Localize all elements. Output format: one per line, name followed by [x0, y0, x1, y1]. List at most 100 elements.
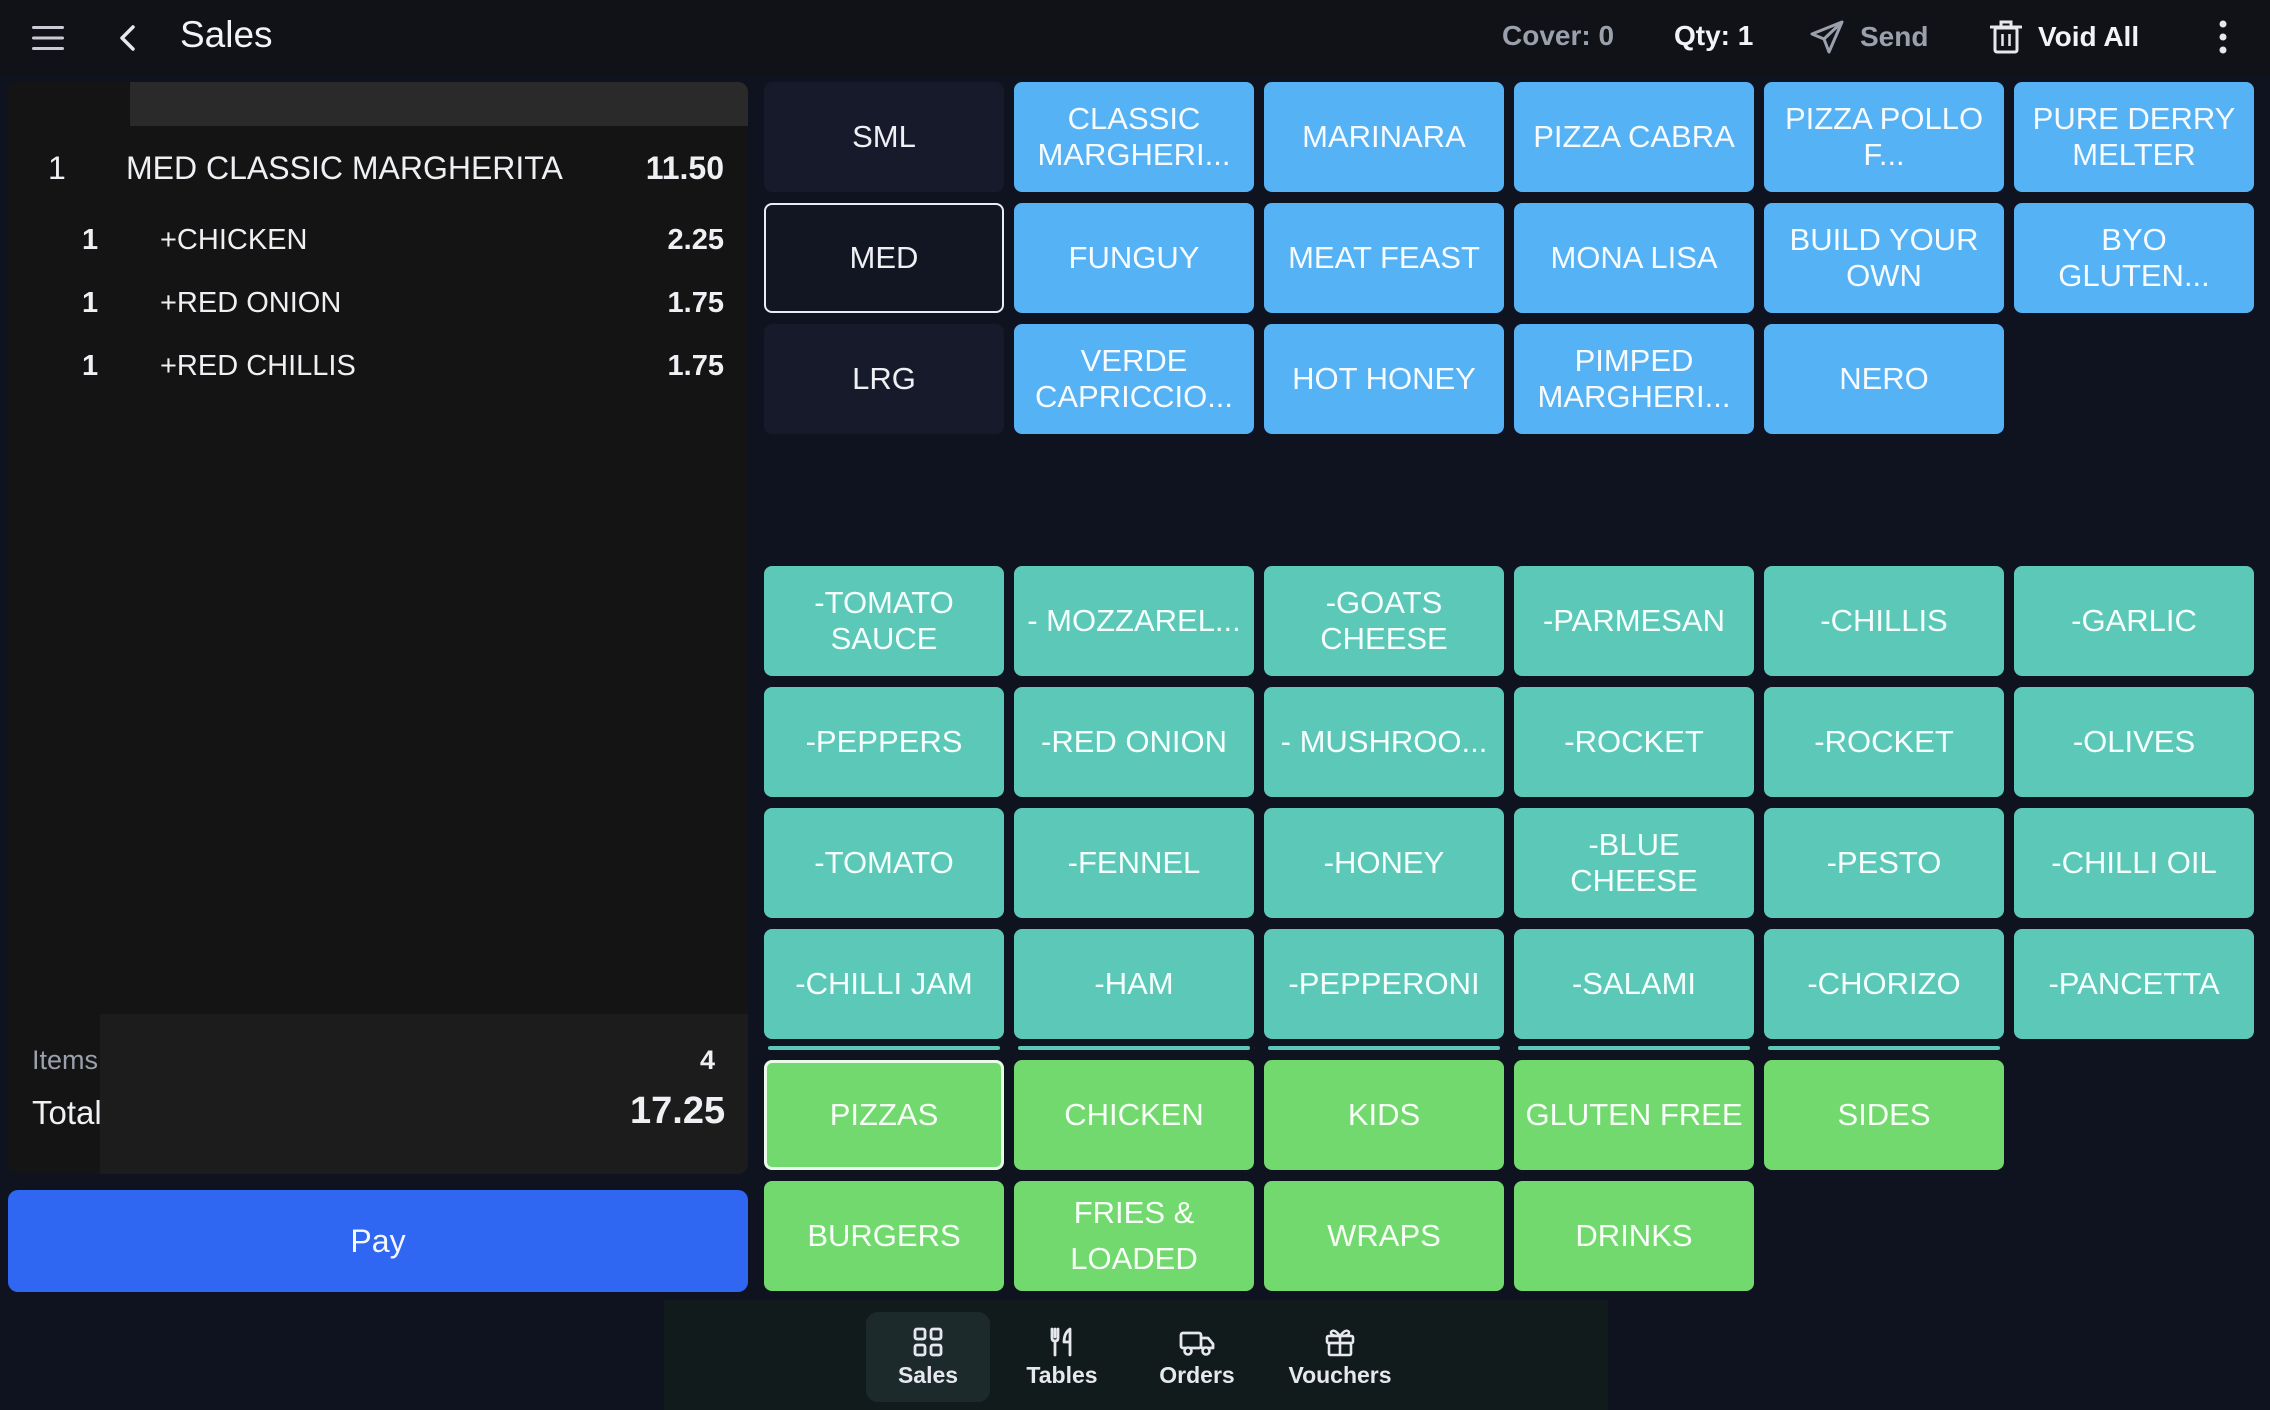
modifier-label: -TOMATO [814, 845, 954, 880]
modifier-button[interactable]: -TOMATO SAUCE [764, 566, 1004, 676]
product-button[interactable]: HOT HONEY [1264, 324, 1504, 434]
modifier-button[interactable]: -BLUE CHEESE [1514, 808, 1754, 918]
nav-sales[interactable]: Sales [866, 1312, 990, 1402]
modifier-label: -RED ONION [1041, 724, 1227, 759]
modifier-button[interactable]: -GARLIC [2014, 566, 2254, 676]
nav-label: Tables [1026, 1361, 1098, 1388]
modifier-button[interactable]: -SALAMI [1514, 929, 1754, 1039]
product-button[interactable]: BUILD YOUR OWN [1764, 203, 2004, 313]
nav-orders[interactable]: Orders [1135, 1312, 1259, 1402]
total-value: 17.25 [630, 1090, 726, 1132]
modifier-button[interactable]: -GOATS CHEESE [1264, 566, 1504, 676]
menu-button[interactable] [28, 18, 68, 58]
total-label: Total [32, 1094, 102, 1131]
category-button-drinks[interactable]: DRINKS [1514, 1181, 1754, 1291]
category-button-kids[interactable]: KIDS [1264, 1060, 1504, 1170]
product-button[interactable]: FUNGUY [1014, 203, 1254, 313]
page-title: Sales [180, 14, 273, 55]
category-button-burgers[interactable]: BURGERS [764, 1181, 1004, 1291]
modifier-label: - MUSHROO... [1280, 724, 1488, 759]
size-button-sml[interactable]: SML [764, 82, 1004, 192]
product-button[interactable]: NERO [1764, 324, 2004, 434]
size-button-lrg[interactable]: LRG [764, 324, 1004, 434]
modifier-button[interactable]: -FENNEL [1014, 808, 1254, 918]
modifier-button[interactable]: -CHORIZO [1764, 929, 2004, 1039]
product-button[interactable]: PIZZA CABRA [1514, 82, 1754, 192]
modifier-label: -ROCKET [1814, 724, 1954, 759]
product-button[interactable]: MARINARA [1264, 82, 1504, 192]
modifier-label: -TOMATO SAUCE [814, 585, 954, 656]
order-panel: 1 MED CLASSIC MARGHERITA 11.50 1 +CHICKE… [8, 82, 748, 1174]
modifier-label: -CHORIZO [1807, 966, 1961, 1001]
order-line[interactable]: 1 MED CLASSIC MARGHERITA 11.50 [8, 144, 748, 192]
modifier-label: -PARMESAN [1542, 603, 1725, 638]
size-button-med[interactable]: MED [764, 203, 1004, 313]
back-icon [120, 25, 135, 51]
product-button[interactable]: PIMPED MARGHERI... [1514, 324, 1754, 434]
product-button[interactable]: PIZZA POLLO F... [1764, 82, 2004, 192]
product-label: PIZZA CABRA [1533, 119, 1735, 154]
modifier-button[interactable]: -HONEY [1264, 808, 1504, 918]
modifier-button[interactable]: -CHILLIS [1764, 566, 2004, 676]
product-label: FUNGUY [1068, 240, 1200, 275]
delivery-truck-icon [1179, 1331, 1215, 1356]
modifier-button[interactable]: -CHILLI OIL [2014, 808, 2254, 918]
order-line-name: +CHICKEN [160, 223, 308, 256]
modifier-button[interactable]: - MOZZAREL... [1014, 566, 1254, 676]
cover-count[interactable]: Cover: 0 [1502, 20, 1614, 52]
modifier-button[interactable]: -RED ONION [1014, 687, 1254, 797]
modifier-button[interactable]: -PEPPERS [764, 687, 1004, 797]
back-button[interactable] [108, 18, 148, 58]
modifier-button[interactable]: -ROCKET [1514, 687, 1754, 797]
product-label: NERO [1839, 361, 1929, 396]
product-button[interactable]: PURE DERRY MELTER [2014, 82, 2254, 192]
modifier-button[interactable]: -PESTO [1764, 808, 2004, 918]
category-button-sides[interactable]: SIDES [1764, 1060, 2004, 1170]
modifier-button[interactable]: -ROCKET [1764, 687, 2004, 797]
modifier-button[interactable]: -OLIVES [2014, 687, 2254, 797]
category-label: WRAPS [1327, 1218, 1441, 1253]
order-line-qty: 1 [82, 349, 99, 382]
modifier-button[interactable]: -PARMESAN [1514, 566, 1754, 676]
qty-indicator[interactable]: Qty: 1 [1674, 20, 1753, 52]
send-button[interactable]: Send [1808, 14, 1928, 60]
product-button[interactable]: MONA LISA [1514, 203, 1754, 313]
product-button[interactable]: MEAT FEAST [1264, 203, 1504, 313]
modifier-button[interactable]: -PANCETTA [2014, 929, 2254, 1039]
pay-button[interactable]: Pay [8, 1190, 748, 1292]
product-button[interactable]: CLASSIC MARGHERI... [1014, 82, 1254, 192]
modifier-label: -CHILLI JAM [795, 966, 973, 1001]
nav-vouchers[interactable]: Vouchers [1277, 1312, 1403, 1402]
nav-tables[interactable]: Tables [1000, 1312, 1124, 1402]
order-modifier-line[interactable]: 1 +CHICKEN 2.25 [8, 218, 748, 262]
modifier-label: -FENNEL [1067, 845, 1201, 880]
category-label: CHICKEN [1064, 1097, 1204, 1132]
modifier-button[interactable]: - MUSHROO... [1264, 687, 1504, 797]
modifier-button[interactable]: -CHILLI JAM [764, 929, 1004, 1039]
order-modifier-line[interactable]: 1 +RED ONION 1.75 [8, 281, 748, 325]
modifier-button[interactable]: -TOMATO [764, 808, 1004, 918]
more-options-button[interactable] [2206, 16, 2240, 58]
items-label: Items [32, 1045, 99, 1075]
category-label: GLUTEN FREE [1525, 1097, 1743, 1132]
category-button-gluten-free[interactable]: GLUTEN FREE [1514, 1060, 1754, 1170]
category-button-chicken[interactable]: CHICKEN [1014, 1060, 1254, 1170]
scroll-row-peek [768, 1046, 1000, 1050]
modifier-button[interactable]: -PEPPERONI [1264, 929, 1504, 1039]
product-button[interactable]: VERDE CAPRICCIO... [1014, 324, 1254, 434]
category-button-pizzas[interactable]: PIZZAS [764, 1060, 1004, 1170]
order-modifier-line[interactable]: 1 +RED CHILLIS 1.75 [8, 344, 748, 388]
product-label: CLASSIC MARGHERI... [1037, 101, 1231, 172]
modifier-label: -PEPPERS [805, 724, 963, 759]
nav-label: Vouchers [1288, 1361, 1392, 1388]
size-label: LRG [852, 361, 916, 396]
send-icon [1810, 20, 1844, 54]
category-button-fries-loaded[interactable]: FRIES & LOADED [1014, 1181, 1254, 1291]
product-label: VERDE CAPRICCIO... [1034, 343, 1234, 414]
void-all-button[interactable]: Void All [1990, 14, 2139, 60]
product-label: PIZZA POLLO F... [1784, 101, 1984, 172]
category-button-wraps[interactable]: WRAPS [1264, 1181, 1504, 1291]
modifier-label: -HONEY [1323, 845, 1445, 880]
modifier-button[interactable]: -HAM [1014, 929, 1254, 1039]
product-button[interactable]: BYO GLUTEN... [2014, 203, 2254, 313]
